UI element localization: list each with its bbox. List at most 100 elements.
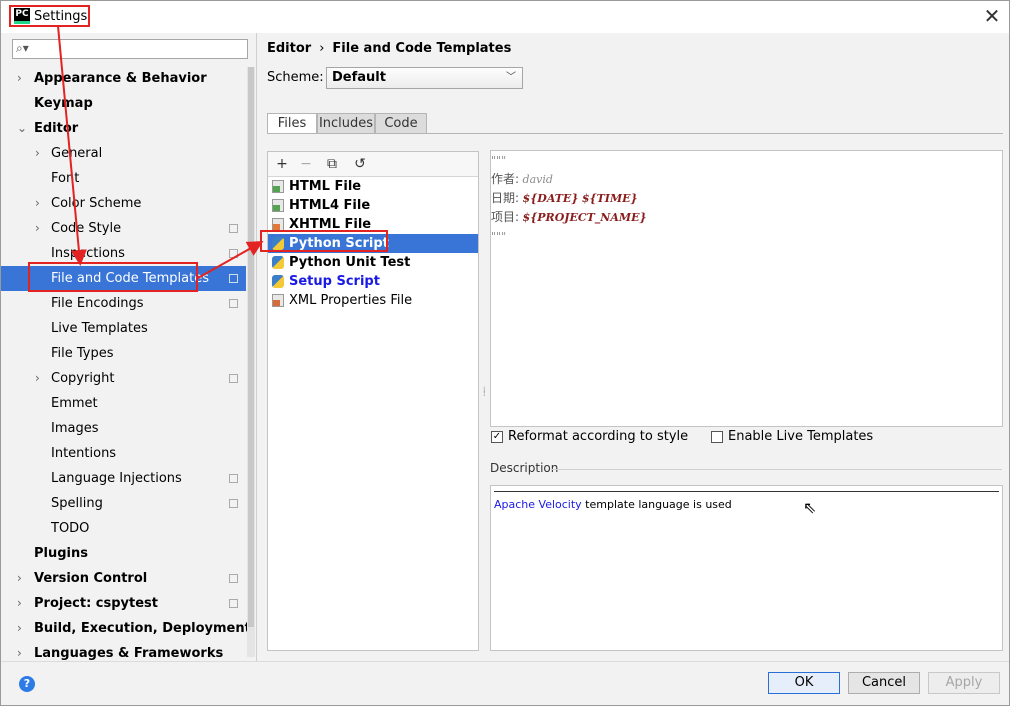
code-docstring-close: """ <box>491 230 507 243</box>
sidebar-item-label: Spelling <box>51 496 103 511</box>
reformat-label[interactable]: Reformat according to style <box>508 429 688 444</box>
breadcrumb-parent: Editor <box>267 41 312 56</box>
sidebar-item-file-encodings[interactable]: File Encodings <box>1 291 246 316</box>
add-icon[interactable]: + <box>272 154 292 174</box>
sidebar-item-label: Code Style <box>51 221 122 236</box>
author-key: 作者: <box>491 172 520 186</box>
sidebar-item-code-style[interactable]: › Code Style <box>1 216 246 241</box>
scheme-dropdown[interactable]: Default ﹀ <box>326 67 523 89</box>
template-item[interactable]: Setup Script <box>268 272 478 291</box>
sidebar-item-label: Version Control <box>34 571 148 586</box>
settings-window: PC Settings ✕ ⌕▾ › Appearance & Behavior K… <box>0 0 1010 706</box>
title-bar: PC Settings ✕ <box>1 1 1009 33</box>
sidebar-item-appearance-behavior[interactable]: › Appearance & Behavior <box>1 66 246 91</box>
velocity-link[interactable]: Apache Velocity <box>494 498 582 511</box>
sidebar-item-label: Images <box>51 421 99 436</box>
sidebar-item-copyright[interactable]: › Copyright <box>1 366 246 391</box>
sidebar-item-build-execution-deployment[interactable]: › Build, Execution, Deployment <box>1 616 251 641</box>
sidebar-item-plugins[interactable]: Plugins <box>1 541 246 566</box>
sidebar-item-project-cspytest[interactable]: › Project: cspytest <box>1 591 246 616</box>
chevron-down-icon[interactable]: ⌄ <box>17 116 29 141</box>
sidebar-item-label: Font <box>51 171 80 186</box>
project-variable: ${PROJECT_NAME} <box>522 211 647 224</box>
project-settings-icon <box>229 299 238 308</box>
template-item[interactable]: Python Unit Test <box>268 253 478 272</box>
sidebar-item-language-injections[interactable]: Language Injections <box>1 466 246 491</box>
chevron-right-icon[interactable]: › <box>35 366 47 391</box>
chevron-right-icon[interactable]: › <box>17 616 29 641</box>
template-editor[interactable]: """ 作者: david 日期: ${DATE} ${TIME} 项目: ${… <box>490 150 1003 427</box>
html-file-icon <box>272 199 284 212</box>
close-icon[interactable]: ✕ <box>981 5 1003 27</box>
help-icon[interactable]: ? <box>19 676 35 692</box>
sidebar-item-version-control[interactable]: › Version Control <box>1 566 246 591</box>
template-item-label: Python Unit Test <box>289 255 411 270</box>
sidebar-item-label: Inspections <box>51 246 125 261</box>
project-settings-icon <box>229 374 238 383</box>
sidebar-scrollbar[interactable] <box>247 67 255 657</box>
chevron-right-icon[interactable]: › <box>35 216 47 241</box>
template-item[interactable]: HTML4 File <box>268 196 478 215</box>
ok-button[interactable]: OK <box>768 672 840 694</box>
sidebar-item-label: Build, Execution, Deployment <box>34 621 251 636</box>
template-item[interactable]: Python Script <box>268 234 478 253</box>
search-input[interactable]: ⌕▾ <box>12 39 248 59</box>
live-templates-label[interactable]: Enable Live Templates <box>728 429 873 444</box>
tab-code[interactable]: Code <box>375 113 427 134</box>
sidebar-item-emmet[interactable]: Emmet <box>1 391 246 416</box>
chevron-right-icon[interactable]: › <box>17 591 29 616</box>
template-item[interactable]: XHTML File <box>268 215 478 234</box>
sidebar-item-inspections[interactable]: Inspections <box>1 241 246 266</box>
sidebar-item-live-templates[interactable]: Live Templates <box>1 316 246 341</box>
chevron-right-icon[interactable]: › <box>35 191 47 216</box>
template-item[interactable]: HTML File <box>268 177 478 196</box>
description-body: template language is used <box>581 498 732 511</box>
sidebar-item-label: Intentions <box>51 446 117 461</box>
chevron-right-icon[interactable]: › <box>17 566 29 591</box>
sidebar-item-label: Emmet <box>51 396 98 411</box>
tab-divider <box>267 133 1003 134</box>
project-settings-icon <box>229 474 238 483</box>
splitter-handle[interactable]: ⁞ ⁞ <box>483 386 487 408</box>
tab-files[interactable]: Files <box>267 113 317 134</box>
sidebar-item-intentions[interactable]: Intentions <box>1 441 246 466</box>
sidebar-item-general[interactable]: › General <box>1 141 246 166</box>
chevron-right-icon[interactable]: › <box>35 141 47 166</box>
python-file-icon <box>272 237 284 250</box>
sidebar-item-label: Keymap <box>34 96 93 111</box>
mouse-cursor-icon: ⇖ <box>803 498 817 517</box>
template-item[interactable]: XML Properties File <box>268 291 478 310</box>
sidebar-item-todo[interactable]: TODO <box>1 516 246 541</box>
sidebar-item-file-and-code-templates[interactable]: File and Code Templates <box>1 266 246 291</box>
sidebar-item-color-scheme[interactable]: › Color Scheme <box>1 191 246 216</box>
reset-icon[interactable]: ↺ <box>350 154 370 174</box>
author-value: david <box>522 173 553 186</box>
sidebar-item-editor[interactable]: ⌄ Editor <box>1 116 246 141</box>
sidebar-item-images[interactable]: Images <box>1 416 246 441</box>
code-line-project: 项目: ${PROJECT_NAME} <box>491 208 647 227</box>
sidebar-item-spelling[interactable]: Spelling <box>1 491 246 516</box>
settings-sidebar: ⌕▾ › Appearance & Behavior Keymap ⌄ Editor › G… <box>1 33 257 661</box>
sidebar-item-label: File and Code Templates <box>51 271 209 286</box>
project-settings-icon <box>229 224 238 233</box>
search-icon: ⌕▾ <box>16 41 29 55</box>
live-templates-checkbox[interactable] <box>711 431 723 443</box>
template-file-list: HTML File HTML4 File XHTML File Python Scri… <box>268 177 478 310</box>
python-file-icon <box>272 256 284 269</box>
sidebar-item-label: Copyright <box>51 371 115 386</box>
pycharm-app-icon: PC <box>14 8 30 24</box>
cancel-button[interactable]: Cancel <box>848 672 920 694</box>
reformat-checkbox[interactable]: ✓ <box>491 431 503 443</box>
scrollbar-thumb[interactable] <box>248 67 254 627</box>
remove-icon[interactable]: − <box>296 154 316 174</box>
copy-icon[interactable]: ⧉ <box>322 154 342 174</box>
apply-button[interactable]: Apply <box>928 672 1000 694</box>
chevron-right-icon[interactable]: › <box>17 66 29 91</box>
template-item-label: HTML File <box>289 179 362 194</box>
sidebar-item-keymap[interactable]: Keymap <box>1 91 246 116</box>
sidebar-item-label: File Encodings <box>51 296 144 311</box>
tab-includes[interactable]: Includes <box>317 113 375 134</box>
sidebar-item-file-types[interactable]: File Types <box>1 341 246 366</box>
description-divider <box>552 469 1002 470</box>
sidebar-item-font[interactable]: Font <box>1 166 246 191</box>
